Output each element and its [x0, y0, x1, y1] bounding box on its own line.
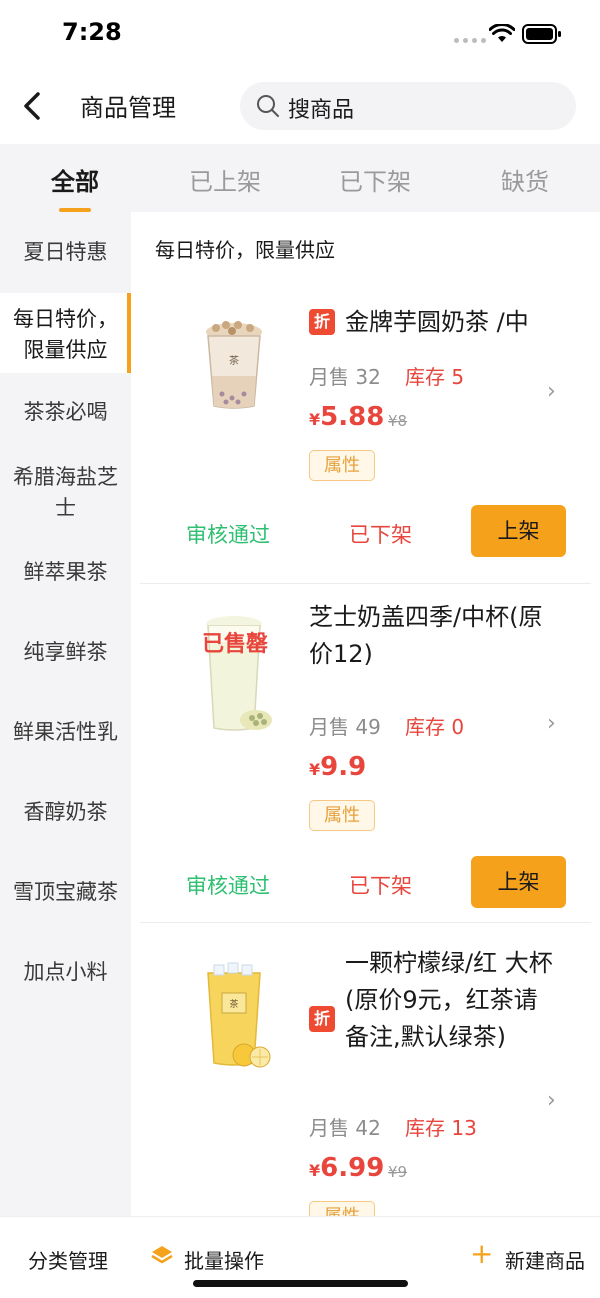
discount-badge: 折 — [309, 1006, 335, 1032]
attributes-button[interactable]: 属性 — [309, 800, 375, 831]
page-title: 商品管理 — [80, 94, 176, 122]
shelf-status: 已下架 — [349, 874, 412, 898]
review-status: 审核通过 — [186, 874, 270, 898]
tab-out-of-stock[interactable]: 缺货 — [465, 162, 585, 197]
sidebar-item-fruit-yogurt[interactable]: 鲜果活性乳 — [0, 717, 131, 748]
sidebar-item-summer-deals[interactable]: 夏日特惠 — [0, 237, 131, 268]
sidebar-item-milk-tea[interactable]: 香醇奶茶 — [0, 797, 131, 828]
tab-off-shelf[interactable]: 已下架 — [315, 162, 435, 197]
svg-text:茶: 茶 — [229, 354, 239, 367]
layers-icon — [151, 1246, 173, 1264]
sidebar-item-snow-top[interactable]: 雪顶宝藏茶 — [0, 877, 131, 908]
sidebar-item-sea-salt-cheese[interactable]: 希腊海盐芝士 — [0, 462, 131, 524]
monthly-sales: 月售 42 — [309, 1116, 381, 1140]
search-input[interactable]: 搜商品 — [240, 82, 576, 130]
original-price: ¥8 — [388, 412, 408, 430]
batch-operation-button[interactable]: 批量操作 — [184, 1245, 264, 1274]
price: ¥6.99 — [309, 1153, 385, 1183]
monthly-sales: 月售 49 — [309, 715, 381, 739]
product-name: 芝士奶盖四季/中杯(原价12) — [309, 603, 543, 668]
put-on-shelf-button[interactable]: 上架 — [471, 856, 566, 908]
attributes-button[interactable]: 属性 — [309, 1201, 375, 1216]
chevron-right-icon[interactable]: › — [547, 1088, 556, 1113]
lemon-tea-cup-image: 茶 — [207, 962, 271, 1068]
chevron-right-icon[interactable]: › — [547, 379, 556, 404]
stock-count: 库存 5 — [405, 365, 465, 389]
search-placeholder: 搜商品 — [288, 98, 355, 123]
wifi-icon — [489, 24, 515, 42]
stock-count: 库存 13 — [405, 1116, 477, 1140]
shelf-status: 已下架 — [349, 523, 412, 547]
search-icon — [257, 95, 279, 117]
product-card[interactable]: 已售罄 芝士奶盖四季/中杯(原价12) 月售 49 库存 0 ¥9.9 属性 ›… — [140, 584, 591, 922]
status-time: 7:28 — [62, 18, 122, 46]
sidebar-item-fruit-tea[interactable]: 鲜萃果茶 — [0, 557, 131, 588]
sidebar-item-fresh-tea[interactable]: 纯享鲜茶 — [0, 637, 131, 668]
new-product-button[interactable]: 新建商品 — [505, 1245, 585, 1274]
section-title: 每日特价，限量供应 — [155, 238, 335, 262]
price: ¥5.88 — [309, 402, 385, 432]
product-card[interactable]: 茶 折 一颗柠檬绿/红 大杯 (原价9元，红茶请备注,默认绿茶) 月售 42 库… — [140, 923, 591, 1216]
milk-tea-cup-image: 茶 — [206, 321, 262, 409]
tab-bar: 全部 已上架 已下架 缺货 — [0, 144, 600, 212]
tab-on-shelf[interactable]: 已上架 — [165, 162, 285, 197]
back-arrow-icon[interactable] — [18, 88, 48, 124]
header: 商品管理 搜商品 — [0, 70, 600, 144]
attributes-button[interactable]: 属性 — [309, 450, 375, 481]
status-bar: 7:28 — [0, 0, 600, 70]
battery-icon — [522, 24, 561, 44]
product-name: 一颗柠檬绿/红 大杯 (原价9元，红茶请备注,默认绿茶) — [345, 949, 553, 1051]
put-on-shelf-button[interactable]: 上架 — [471, 505, 566, 557]
review-status: 审核通过 — [186, 523, 270, 547]
monthly-sales: 月售 32 — [309, 365, 381, 389]
discount-badge: 折 — [309, 309, 335, 335]
stock-count: 库存 0 — [405, 715, 465, 739]
price: ¥9.9 — [309, 752, 367, 782]
product-list: 每日特价，限量供应 茶 折 金牌芋圆奶茶 /中 月售 32 库存 5 ¥5.88… — [131, 212, 600, 1216]
bottom-action-bar: 分类管理 批量操作 + 新建商品 — [0, 1216, 600, 1298]
original-price: ¥9 — [388, 1163, 408, 1181]
category-manage-button[interactable]: 分类管理 — [28, 1245, 108, 1274]
chevron-right-icon[interactable]: › — [547, 711, 556, 736]
sold-out-label: 已售罄 — [202, 632, 269, 657]
product-card[interactable]: 茶 折 金牌芋圆奶茶 /中 月售 32 库存 5 ¥5.88 ¥8 属性 › 审… — [140, 290, 591, 583]
sidebar-item-daily-special[interactable]: 每日特价，限量供应 — [0, 293, 131, 373]
category-sidebar: 夏日特惠 每日特价，限量供应 茶茶必喝 希腊海盐芝士 鲜萃果茶 纯享鲜茶 鲜果活… — [0, 212, 131, 1216]
sidebar-item-must-drink[interactable]: 茶茶必喝 — [0, 397, 131, 428]
plus-icon: + — [470, 1237, 494, 1270]
signal-dots-icon — [454, 38, 486, 43]
tab-all[interactable]: 全部 — [15, 162, 135, 197]
svg-text:茶: 茶 — [229, 998, 238, 1010]
product-name: 金牌芋圆奶茶 /中 — [345, 308, 529, 336]
sidebar-item-toppings[interactable]: 加点小料 — [0, 957, 131, 988]
home-indicator — [193, 1280, 408, 1287]
